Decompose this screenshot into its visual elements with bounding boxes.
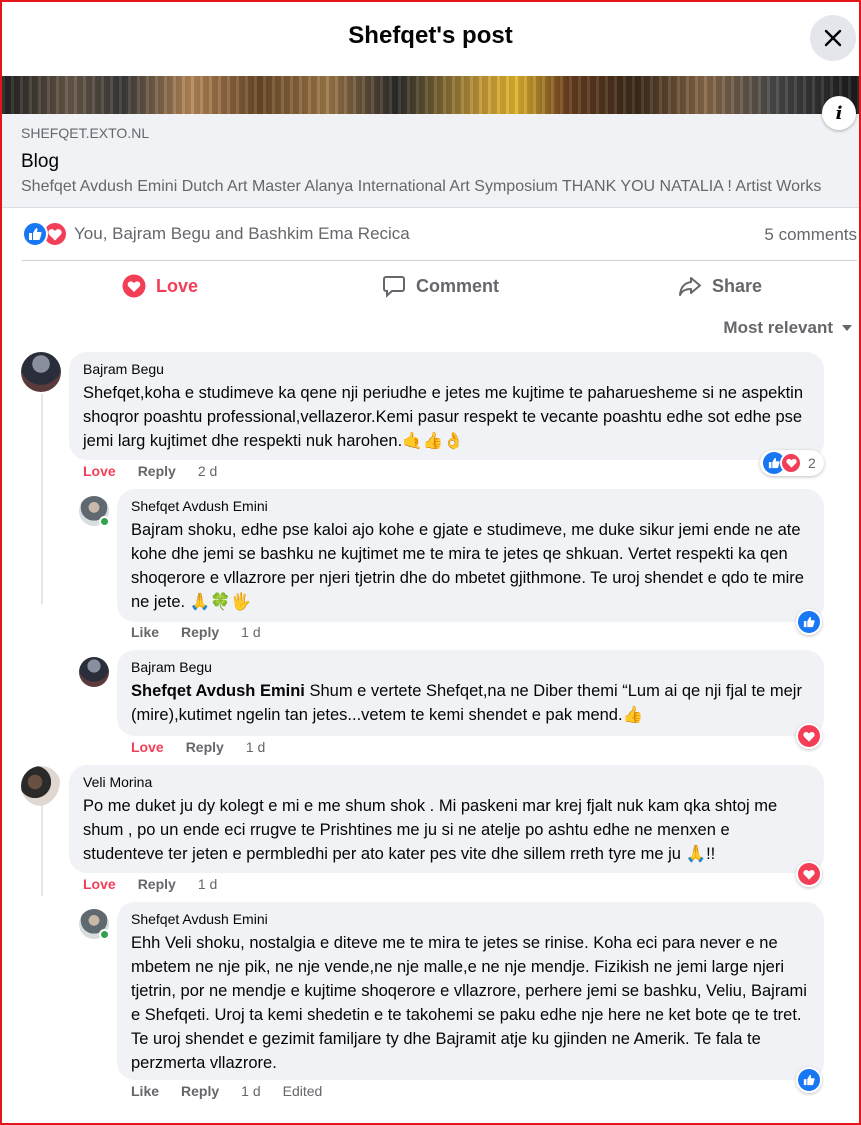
sort-label: Most relevant (723, 318, 833, 337)
mention-tag[interactable]: Shefqet Avdush Emini (131, 682, 305, 700)
like-reaction-icon (796, 609, 822, 635)
comment-timestamp[interactable]: 1 d (241, 624, 260, 640)
reaction-names[interactable]: You, Bajram Begu and Bashkim Ema Recica (74, 224, 410, 244)
share-button[interactable]: Share (678, 262, 762, 310)
love-reaction-icon (796, 723, 822, 749)
comment-reply-button[interactable]: Reply (186, 739, 224, 755)
heart-icon (122, 274, 146, 298)
comment-love-button[interactable]: Love (83, 463, 116, 479)
comment-label: Comment (416, 275, 500, 296)
comment-reply-button[interactable]: Reply (181, 1083, 219, 1099)
reaction-count: 2 (808, 455, 816, 471)
comment-bubble: Shefqet Avdush Emini Ehh Veli shoku, nos… (117, 902, 824, 1080)
comment-bubble: Veli Morina Po me duket ju dy kolegt e m… (69, 765, 824, 873)
like-reaction-icon (796, 1067, 822, 1093)
like-reaction-icon (22, 221, 48, 247)
comment-count[interactable]: 5 comments (764, 225, 857, 245)
comment-author[interactable]: Bajram Begu (83, 361, 812, 377)
comment-like-button[interactable]: Like (131, 624, 159, 640)
comment-like-button[interactable]: Like (131, 1083, 159, 1099)
comment-bubble: Shefqet Avdush Emini Bajram shoku, edhe … (117, 489, 824, 622)
comment-reactions[interactable] (796, 609, 822, 635)
image-texture (2, 76, 859, 114)
online-status-dot (99, 516, 110, 527)
comment-bubble: Bajram Begu Shefqet,koha e studimeve ka … (69, 352, 824, 460)
online-status-dot (99, 929, 110, 940)
share-label: Share (712, 275, 763, 296)
thread-line (41, 806, 43, 896)
love-button[interactable]: Love (122, 262, 198, 310)
comment-reply-button[interactable]: Reply (138, 463, 176, 479)
divider (22, 260, 857, 261)
link-domain: SHEFQET.EXTO.NL (21, 125, 150, 141)
comment-timestamp[interactable]: 1 d (241, 1083, 260, 1099)
comment-actions: Love Reply 2 d (83, 463, 217, 479)
comment-love-button[interactable]: Love (131, 739, 164, 755)
avatar[interactable] (21, 766, 61, 806)
post-dialog-header: Shefqet's post (0, 0, 861, 76)
reactions-summary[interactable]: You, Bajram Begu and Bashkim Ema Recica … (22, 220, 857, 250)
info-icon[interactable]: i (822, 96, 856, 130)
comment-author[interactable]: Bajram Begu (131, 659, 812, 675)
comment-text: Shefqet,koha e studimeve ka qene nji per… (83, 384, 804, 450)
link-title: Blog (21, 151, 60, 172)
comment-reactions[interactable] (796, 723, 822, 749)
comment-timestamp[interactable]: 1 d (246, 739, 265, 755)
avatar[interactable] (21, 352, 61, 392)
comment-text: Bajram shoku, edhe pse kaloi ajo kohe e … (131, 521, 804, 611)
comment-author[interactable]: Veli Morina (83, 774, 812, 790)
comment-text: Shefqet Avdush Emini Shum e vertete Shef… (131, 679, 812, 727)
comment-text: Ehh Veli shoku, nostalgia e diteve me te… (131, 934, 807, 1072)
comment-actions: Like Reply 1 d (131, 624, 261, 640)
comment-actions: Love Reply 1 d (83, 876, 217, 892)
reaction-icons (22, 221, 70, 247)
comment-reply-button[interactable]: Reply (138, 876, 176, 892)
comment-actions: Like Reply 1 d Edited (131, 1083, 322, 1099)
comment-bubble: Bajram Begu Shefqet Avdush Emini Shum e … (117, 650, 824, 736)
comment-button[interactable]: Comment (382, 262, 499, 310)
comment-sort-dropdown[interactable]: Most relevant (723, 318, 853, 338)
comment-author[interactable]: Shefqet Avdush Emini (131, 911, 812, 927)
comment-timestamp[interactable]: 1 d (198, 876, 217, 892)
comment-author[interactable]: Shefqet Avdush Emini (131, 498, 812, 514)
comment-reactions[interactable] (796, 1067, 822, 1093)
link-description: Shefqet Avdush Emini Dutch Art Master Al… (21, 178, 822, 195)
comment-text: Po me duket ju dy kolegt e mi e me shum … (83, 797, 778, 863)
link-preview-image[interactable] (2, 76, 859, 114)
post-action-bar: Love Comment Share (22, 262, 857, 310)
comment-reply-button[interactable]: Reply (181, 624, 219, 640)
edited-label[interactable]: Edited (283, 1083, 323, 1099)
comment-love-button[interactable]: Love (83, 876, 116, 892)
caret-down-icon (842, 325, 852, 331)
comment-icon (383, 276, 405, 298)
link-preview-card[interactable]: SHEFQET.EXTO.NL Blog Shefqet Avdush Emin… (2, 114, 859, 208)
close-button[interactable] (810, 15, 856, 61)
comment-reactions[interactable]: 2 (760, 450, 824, 476)
love-reaction-icon (796, 861, 822, 887)
love-reaction-icon (780, 452, 802, 474)
comment-timestamp[interactable]: 2 d (198, 463, 217, 479)
dialog-title: Shefqet's post (348, 22, 513, 49)
share-icon (679, 277, 701, 296)
comment-reactions[interactable] (796, 861, 822, 887)
close-icon (824, 29, 842, 47)
comment-actions: Love Reply 1 d (131, 739, 265, 755)
thread-line (41, 394, 43, 604)
avatar[interactable] (79, 657, 109, 687)
love-label: Love (156, 275, 199, 296)
